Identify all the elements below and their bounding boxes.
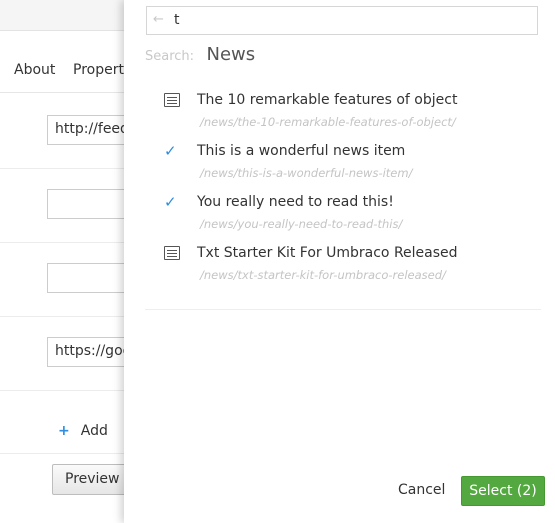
cancel-button[interactable]: Cancel — [398, 482, 445, 498]
breadcrumb: Search: News — [145, 44, 255, 65]
add-label: Add — [80, 423, 108, 439]
document-icon — [164, 93, 180, 107]
add-button[interactable]: + Add — [58, 423, 108, 439]
content-picker-panel: ← t Search: News The 10 remarkable featu… — [124, 0, 555, 523]
result-path: /news/you-really-need-to-read-this/ — [200, 217, 403, 231]
divider — [145, 309, 541, 310]
breadcrumb-label: Search: — [145, 49, 195, 64]
list-item[interactable]: ✓ You really need to read this! /news/yo… — [164, 192, 524, 243]
list-item[interactable]: The 10 remarkable features of object /ne… — [164, 90, 524, 141]
plus-icon: + — [58, 423, 70, 439]
list-item[interactable]: ✓ This is a wonderful news item /news/th… — [164, 141, 524, 192]
select-button[interactable]: Select (2) — [461, 476, 545, 506]
document-icon — [164, 246, 180, 260]
result-path: /news/txt-starter-kit-for-umbraco-releas… — [200, 268, 446, 282]
tab-properties[interactable]: Properti — [73, 62, 128, 78]
result-path: /news/the-10-remarkable-features-of-obje… — [200, 115, 456, 129]
search-results: The 10 remarkable features of object /ne… — [164, 90, 524, 294]
check-icon: ✓ — [164, 193, 177, 211]
result-path: /news/this-is-a-wonderful-news-item/ — [200, 166, 413, 180]
result-title[interactable]: Txt Starter Kit For Umbraco Released — [197, 245, 458, 261]
check-icon: ✓ — [164, 142, 177, 160]
result-title[interactable]: This is a wonderful news item — [197, 143, 405, 159]
result-title[interactable]: The 10 remarkable features of object — [197, 92, 457, 108]
search-value: t — [174, 12, 180, 28]
result-title[interactable]: You really need to read this! — [197, 194, 394, 210]
breadcrumb-node[interactable]: News — [207, 44, 256, 65]
search-input[interactable]: ← t — [146, 6, 538, 35]
arrow-left-icon[interactable]: ← — [153, 12, 167, 28]
tab-about[interactable]: About — [14, 62, 55, 78]
list-item[interactable]: Txt Starter Kit For Umbraco Released /ne… — [164, 243, 524, 294]
